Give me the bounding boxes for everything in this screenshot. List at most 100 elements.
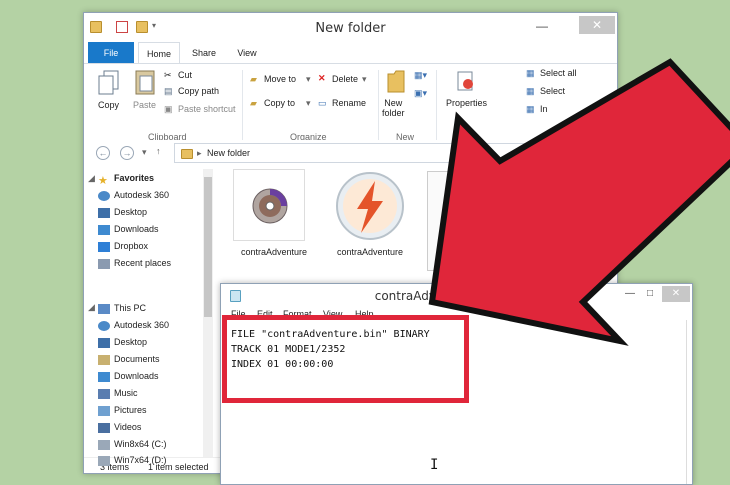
nav-item-music[interactable]: Music [114,388,138,398]
select-none-icon: ▦ [526,86,535,96]
nav-item-documents[interactable]: Documents [114,354,160,364]
tab-share[interactable]: Share [184,42,224,64]
nav-item-dropbox[interactable]: Dropbox [114,241,148,251]
desktop-icon [98,338,110,348]
select-all-icon: ▦ [526,68,535,78]
address-bar-row: ← → ▾ ↑ ▸ New folder [84,140,617,166]
nav-scrollbar[interactable] [203,169,213,457]
nav-item-desktop[interactable]: Desktop [114,337,147,347]
tab-view[interactable]: View [229,42,265,64]
nav-item-downloads[interactable]: Downloads [114,224,159,234]
nav-favorites[interactable]: Favorites [114,173,154,183]
copy-icon[interactable] [98,70,120,96]
rename-button[interactable]: Rename [332,98,366,108]
file-item-cue[interactable]: contraAdventure [229,169,319,273]
properties-button[interactable]: Properties [446,98,487,108]
text-document-icon [427,171,487,271]
new-item-icon[interactable]: ▦▾ [414,70,427,81]
daemon-tools-icon [336,172,404,240]
back-button[interactable]: ← [96,146,110,160]
notepad-scrollbar[interactable] [686,320,692,484]
copy-path-button[interactable]: Copy path [178,86,219,96]
paste-button[interactable]: Paste [133,100,156,110]
ribbon-separator [436,70,437,142]
properties-icon[interactable] [456,70,476,94]
chevron-down-icon: ▾ [362,74,367,84]
file-item-bin[interactable]: contraAdventure [325,169,415,273]
maximize-button[interactable]: □ [640,286,660,302]
folder-icon [181,149,193,159]
nav-item-downloads[interactable]: Downloads [114,371,159,381]
paste-shortcut-icon: ▣ [164,104,173,114]
chevron-down-icon: ▾ [306,98,311,108]
nav-item-desktop[interactable]: Desktop [114,207,147,217]
nav-item-videos[interactable]: Videos [114,422,141,432]
ribbon-separator [242,70,243,142]
cut-button[interactable]: Cut [178,70,192,80]
address-bar[interactable]: ▸ New folder [174,143,604,163]
file-name: contraAdventure [240,247,308,257]
highlight-box [222,315,469,403]
file-item-text[interactable] [421,169,511,273]
select-all-button[interactable]: Select all [540,68,577,78]
dropbox-icon [98,242,110,252]
nav-item-pictures[interactable]: Pictures [114,405,147,415]
move-to-button[interactable]: Move to [264,74,296,84]
nav-item-autodesk-360[interactable]: Autodesk 360 [114,320,169,330]
nav-item-drive-d[interactable]: Win7x64 (D:) [114,455,167,465]
cloud-icon [98,191,110,201]
star-icon: ★ [98,175,108,187]
chevron-down-icon[interactable]: ◢ [88,302,95,313]
copy-button[interactable]: Copy [98,100,119,110]
downloads-icon [98,225,110,235]
invert-selection-button[interactable]: In [540,104,548,114]
paste-shortcut-button[interactable]: Paste shortcut [178,104,236,114]
nav-scrollbar-thumb[interactable] [204,177,212,317]
chevron-down-icon[interactable]: ◢ [88,173,95,184]
select-none-button[interactable]: Select [540,86,565,96]
delete-button[interactable]: Delete [332,74,358,84]
minimize-button[interactable]: — [529,17,555,35]
copy-to-button[interactable]: Copy to [264,98,295,108]
easy-access-icon[interactable]: ▣▾ [414,88,427,99]
delete-icon: ✕ [318,73,326,83]
navigation-pane: ◢ ★ Favorites Autodesk 360 Desktop Downl… [84,169,214,457]
nav-item-autodesk-360[interactable]: Autodesk 360 [114,190,169,200]
new-folder-icon[interactable] [386,68,406,94]
music-icon [98,389,110,399]
copy-path-icon: ▤ [164,86,173,96]
chevron-down-icon: ▾ [306,74,311,84]
new-folder-button[interactable]: New folder [382,98,405,118]
file-name: contraAdventure [336,247,404,257]
downloads-icon [98,372,110,382]
chevron-right-icon[interactable]: ▸ [197,148,202,159]
ribbon: Copy Paste ✂ Cut ▤ Copy path ▣ Paste sho… [84,63,617,143]
ribbon-tabs: File Home Share View [84,42,617,64]
close-button[interactable]: ✕ [579,16,615,34]
text-cursor-icon: I [430,457,439,473]
notepad-title-bar: contraAdventure - Notepad — □ ✕ [221,284,692,306]
chevron-down-icon[interactable]: ▾ [142,147,147,158]
tab-home[interactable]: Home [138,42,180,64]
nav-this-pc[interactable]: This PC [114,303,146,313]
address-path[interactable]: New folder [207,148,250,158]
file-thumbnail [233,169,305,241]
up-arrow-icon[interactable]: ↑ [156,146,161,156]
tab-file[interactable]: File [88,42,134,64]
drive-icon [98,456,110,466]
rename-icon: ▭ [318,98,327,108]
desktop-icon [98,208,110,218]
nav-item-drive-c[interactable]: Win8x64 (C:) [114,439,167,449]
paste-icon[interactable] [134,68,156,96]
ribbon-separator [378,70,379,142]
copy-to-icon: ▰ [250,98,257,108]
documents-icon [98,355,110,365]
nav-item-recent-places[interactable]: Recent places [114,258,171,268]
close-button[interactable]: ✕ [662,286,690,302]
disc-icon [252,188,288,224]
cloud-icon [98,321,110,331]
forward-button[interactable]: → [120,146,134,160]
minimize-button[interactable]: — [620,286,640,302]
recent-places-icon [98,259,110,269]
videos-icon [98,423,110,433]
